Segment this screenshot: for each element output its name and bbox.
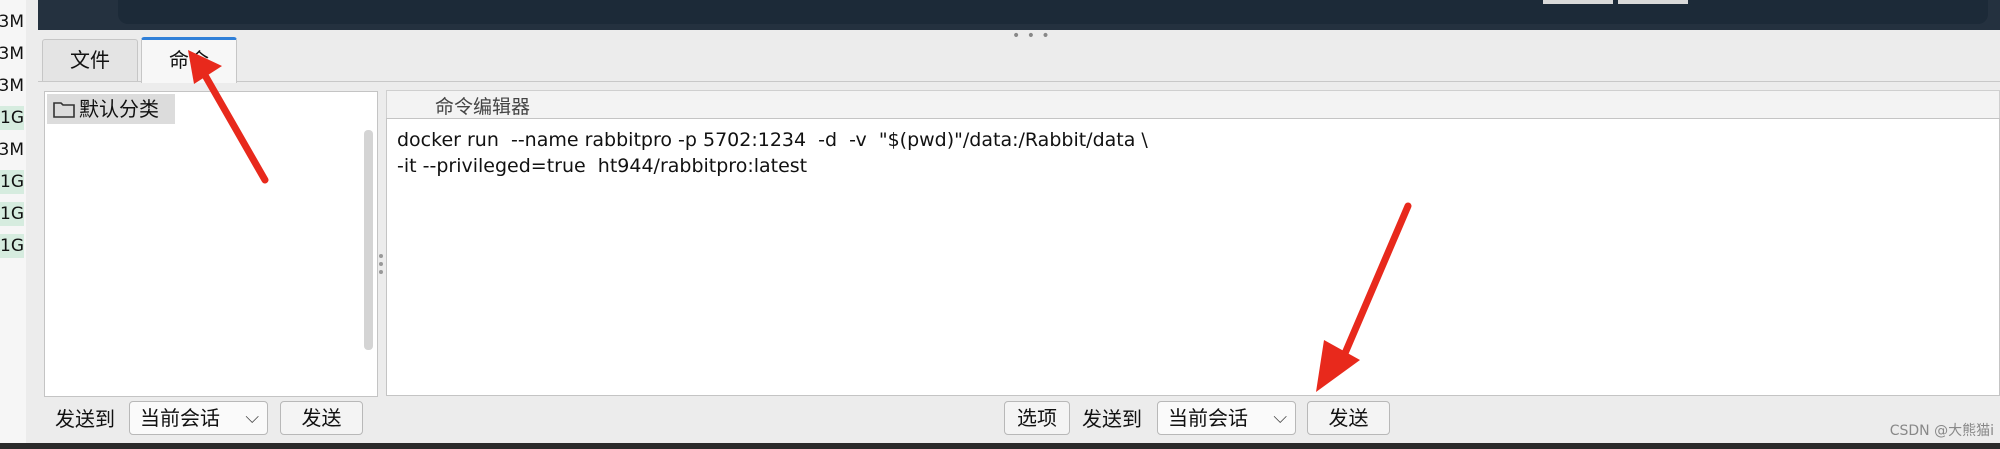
file-size: 1G (0, 170, 24, 194)
chevron-down-icon: ⌵ (1273, 407, 1287, 428)
file-size: 3M (0, 44, 24, 64)
send-target-select[interactable]: 当前会话 ⌵ (1157, 401, 1296, 435)
category-item-default[interactable]: 默认分类 (47, 94, 175, 124)
select-value: 当前会话 (140, 406, 220, 430)
file-size: 1G (0, 234, 24, 258)
category-label: 默认分类 (79, 97, 159, 121)
command-editor[interactable]: docker run --name rabbitpro -p 5702:1234… (386, 118, 2000, 396)
scrollbar[interactable] (364, 130, 373, 350)
category-tree[interactable]: 默认分类 (44, 91, 378, 397)
file-size: 1G (0, 106, 24, 130)
chevron-down-icon: ⌵ (245, 407, 259, 428)
terminal-pane[interactable] (118, 0, 1988, 24)
terminal-area[interactable] (38, 0, 2000, 30)
send-target-select[interactable]: 当前会话 ⌵ (129, 401, 268, 435)
tab-files[interactable]: 文件 (42, 39, 138, 81)
send-to-label: 发送到 (55, 407, 115, 431)
file-size-column: 3M 3M 3M 1G 3M 1G 1G 1G (0, 0, 26, 449)
vertical-splitter-handle[interactable] (379, 254, 383, 282)
folder-icon (53, 96, 75, 126)
bottom-edge (0, 443, 2000, 449)
app-window: { "file_sizes": ["3M", "3M", "3M", "1G",… (0, 0, 2000, 449)
tab-bar: 文件 命令 (38, 36, 2000, 83)
select-value: 当前会话 (1168, 406, 1248, 430)
send-to-label: 发送到 (1082, 407, 1142, 431)
editor-title: 命令编辑器 (435, 96, 531, 118)
send-button[interactable]: 发送 (1307, 401, 1390, 435)
file-size: 1G (0, 202, 24, 226)
file-size: 3M (0, 12, 24, 32)
terminal-button[interactable] (1543, 0, 1613, 4)
tab-commands[interactable]: 命令 (141, 37, 237, 83)
file-size: 3M (0, 76, 24, 96)
watermark: CSDN @大熊猫i (1889, 423, 1994, 439)
send-button-left[interactable]: 发送 (280, 401, 363, 435)
terminal-button[interactable] (1618, 0, 1688, 4)
file-size: 3M (0, 140, 24, 160)
editor-header (386, 90, 2000, 118)
options-button[interactable]: 选项 (1004, 401, 1070, 435)
